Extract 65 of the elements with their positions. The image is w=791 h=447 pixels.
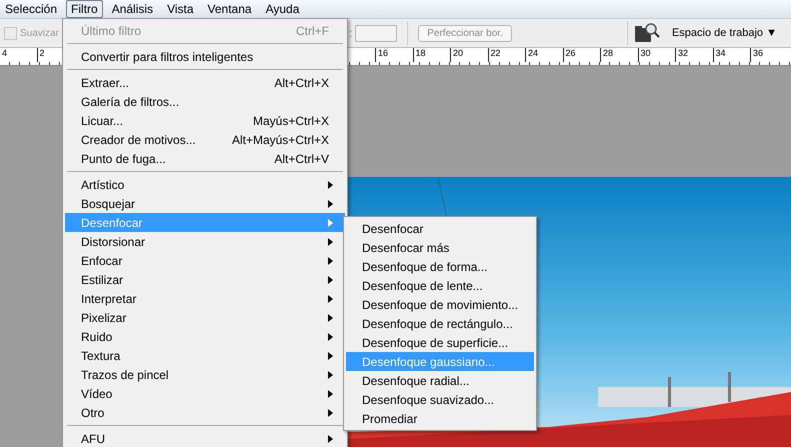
submenu-arrow-icon <box>328 352 333 360</box>
menu-item[interactable]: Distorsionar <box>65 232 345 251</box>
ruler-label: 26 <box>562 48 600 62</box>
submenu-arrow-icon <box>328 390 333 398</box>
menu-item[interactable]: Creador de motivos... Alt+Mayús+Ctrl+X <box>65 130 345 149</box>
submenu-arrow-icon <box>328 180 333 188</box>
ruler-label: 24 <box>525 48 562 62</box>
menu-item[interactable]: Desenfoque de lente... <box>346 276 534 295</box>
menu-bar-item[interactable]: Ventana <box>202 0 257 18</box>
menu-item[interactable]: Otro <box>65 403 345 422</box>
menu-item[interactable]: Interpretar <box>65 289 345 308</box>
submenu-arrow-icon <box>328 370 333 378</box>
menu-item[interactable]: Extraer... Alt+Ctrl+X <box>65 73 345 92</box>
menu-bar-item[interactable]: Vista <box>162 0 199 18</box>
menu-bar-item[interactable]: Selección <box>0 0 62 18</box>
ruler-label: 22 <box>488 48 525 62</box>
input-field[interactable] <box>355 24 398 42</box>
menu-item[interactable]: Desenfoque de rectángulo... <box>346 314 534 333</box>
ruler-label: 18 <box>412 48 450 62</box>
menu-item[interactable]: Desenfocar más <box>346 238 534 257</box>
menu-item[interactable]: Estilizar <box>65 270 345 289</box>
folder-magnifier-icon[interactable] <box>634 22 660 44</box>
ruler-label: 32 <box>675 48 712 62</box>
ruler-label: 30 <box>638 48 675 62</box>
menu-item[interactable]: Desenfoque radial... <box>346 371 534 390</box>
submenu-arrow-icon <box>328 200 333 208</box>
menu-item[interactable]: Licuar... Mayús+Ctrl+X <box>65 111 345 130</box>
ruler-label: 4 <box>0 48 36 62</box>
menu-item[interactable]: Bosquejar <box>65 194 345 213</box>
checkbox-label: Suavizar <box>20 28 59 38</box>
submenu-arrow-icon <box>328 294 333 302</box>
submenu-arrow-icon <box>328 434 333 442</box>
ruler-label: 34 <box>712 48 750 62</box>
menu-item[interactable]: Desenfoque de movimiento... <box>346 295 534 314</box>
menu-item[interactable]: AFU <box>65 429 345 447</box>
menu-item[interactable]: Enfocar <box>65 251 345 270</box>
ruler-label: 28 <box>600 48 638 62</box>
menu-item[interactable]: Pixelizar <box>65 308 345 327</box>
field-label: : <box>348 26 352 40</box>
menu-bar-item[interactable]: Filtro <box>66 0 103 18</box>
submenu-arrow-icon <box>328 218 333 226</box>
ruler-label: 20 <box>450 48 488 62</box>
submenu-arrow-icon <box>328 408 333 416</box>
menu-item[interactable]: Desenfocar <box>346 219 534 238</box>
menu-item[interactable]: Galería de filtros... <box>65 92 345 111</box>
submenu-arrow-icon <box>328 276 333 284</box>
ruler-label: 36 <box>750 48 788 62</box>
menu-item[interactable]: Desenfoque de forma... <box>346 257 534 276</box>
menu-item[interactable]: Artístico <box>65 175 345 194</box>
submenu-arrow-icon <box>328 238 333 246</box>
menu-item[interactable]: Desenfoque suavizado... <box>346 390 534 409</box>
workspace-dropdown[interactable]: Espacio de trabajo ▼ <box>672 27 777 39</box>
menu-item[interactable]: Vídeo <box>65 384 345 403</box>
submenu-arrow-icon <box>328 332 333 340</box>
menu-item[interactable]: Punto de fuga... Alt+Ctrl+V <box>65 149 345 168</box>
menu-item[interactable]: Desenfoque de superficie... <box>346 333 534 352</box>
ruler-label: 16 <box>375 48 412 62</box>
menu-item[interactable]: Trazos de pincel <box>65 365 345 384</box>
menu-bar-item[interactable]: Ayuda <box>260 0 304 18</box>
menu-item[interactable]: Ruido <box>65 327 345 346</box>
submenu-arrow-icon <box>328 314 333 322</box>
menu-bar-item[interactable]: Análisis <box>106 0 158 18</box>
menu-item[interactable]: Promediar <box>346 409 534 428</box>
menu-item[interactable]: Textura <box>65 346 345 365</box>
submenu-arrow-icon <box>328 256 333 264</box>
